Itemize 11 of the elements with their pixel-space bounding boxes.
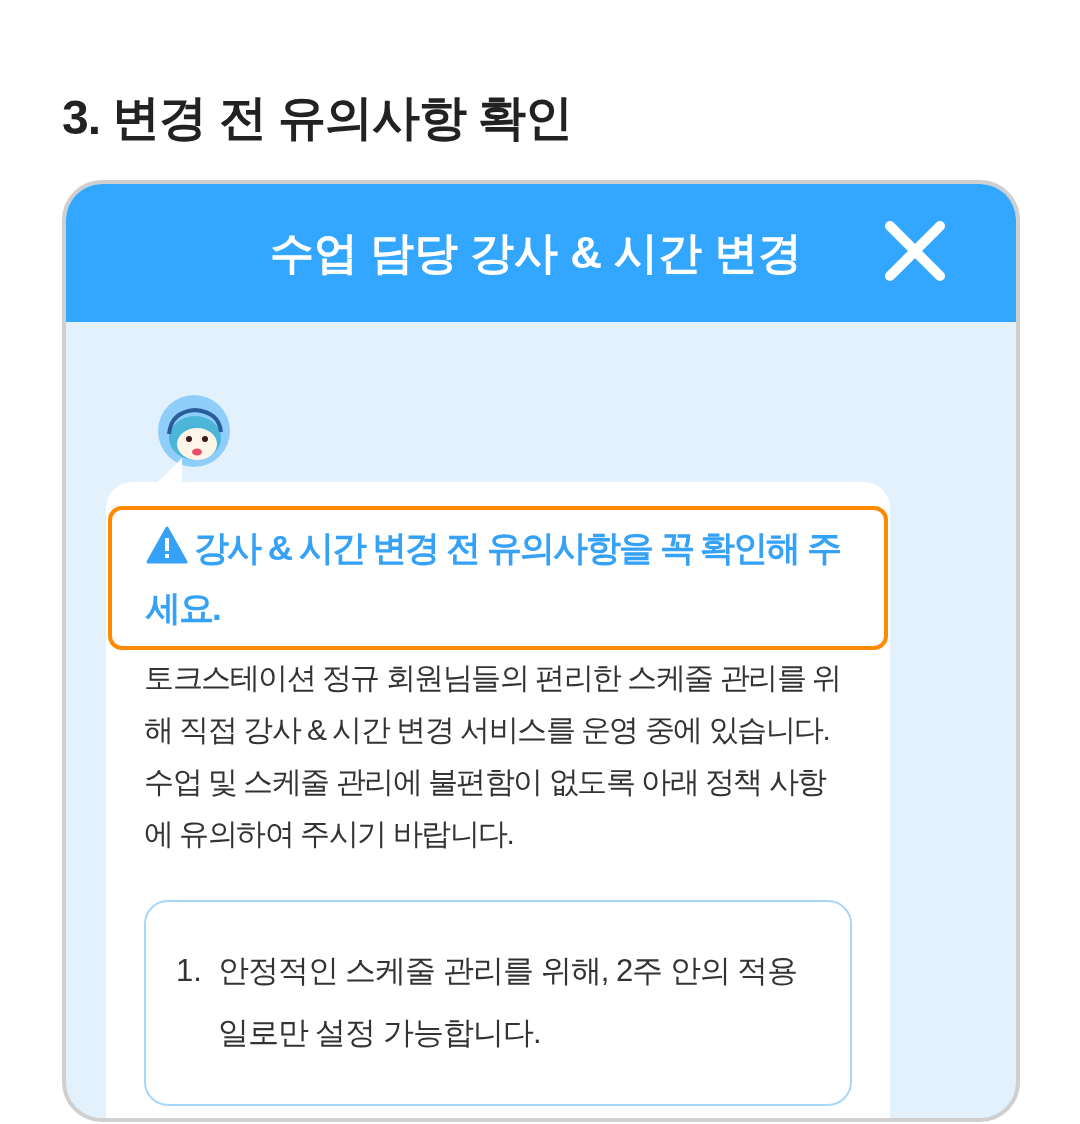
close-button[interactable] <box>882 218 948 284</box>
notice-text: 안정적인 스케줄 관리를 위해, 2주 안의 적용일로만 설정 가능합니다. <box>217 952 799 1052</box>
alert-text: 강사 & 시간 변경 전 유의사항을 꼭 확인해 주세요. <box>146 525 842 629</box>
close-icon <box>884 220 946 282</box>
body-paragraph: 토크스테이션 정규 회원님들의 편리한 스케줄 관리를 위해 직접 강사 & 시간 변경 서비스를 운영 중에 있습니다. <box>144 660 842 748</box>
modal-title: 수업 담당 강사 & 시간 변경 <box>269 227 803 279</box>
notice-number: 1. <box>176 952 202 990</box>
section-heading: 3. 변경 전 유의사항 확인 <box>62 90 573 146</box>
mascot-avatar-icon <box>157 394 231 468</box>
body-paragraph: 수업 및 스케줄 관리에 불편함이 없도록 아래 정책 사항에 유의하여 주시기 바랍니다. <box>144 764 828 852</box>
warning-icon <box>146 526 188 564</box>
